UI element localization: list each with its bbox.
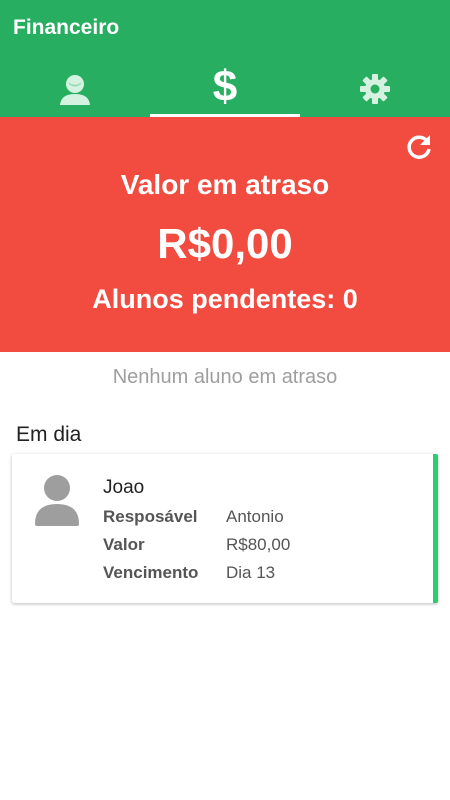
due-date-value: Dia 13 bbox=[226, 563, 276, 582]
tab-bar: $ bbox=[0, 60, 450, 117]
info-row-amount: Valor R$80,00 bbox=[103, 531, 290, 559]
amount-label: Valor bbox=[103, 535, 145, 554]
overdue-label: Valor em atraso bbox=[120, 169, 330, 200]
tab-settings[interactable] bbox=[300, 60, 450, 117]
tab-finance[interactable]: $ bbox=[150, 60, 300, 117]
section-title-on-time: Em dia bbox=[16, 423, 82, 446]
due-date-label: Vencimento bbox=[103, 563, 199, 582]
overdue-summary-panel: Valor em atraso R$0,00 Alunos pendentes:… bbox=[0, 117, 450, 352]
student-name: Joao bbox=[103, 477, 145, 498]
overdue-amount: R$0,00 bbox=[157, 220, 293, 267]
student-info: Resposável Antonio Valor R$80,00 Vencime… bbox=[103, 503, 290, 587]
info-row-guardian: Resposável Antonio bbox=[103, 503, 290, 531]
refresh-button[interactable] bbox=[404, 134, 434, 164]
refresh-icon bbox=[405, 133, 433, 166]
guardian-label: Resposável bbox=[103, 507, 198, 526]
dollar-icon: $ bbox=[212, 61, 238, 111]
tab-students[interactable] bbox=[0, 60, 150, 117]
info-row-due-date: Vencimento Dia 13 bbox=[103, 559, 290, 587]
guardian-value: Antonio bbox=[226, 507, 284, 526]
avatar-icon bbox=[34, 474, 80, 526]
empty-overdue-message: Nenhum aluno em atraso bbox=[112, 366, 338, 388]
app-bar: Financeiro $ bbox=[0, 0, 450, 117]
person-icon bbox=[58, 72, 92, 106]
gear-icon bbox=[358, 72, 392, 106]
amount-value: R$80,00 bbox=[226, 535, 291, 554]
app-title: Financeiro bbox=[13, 16, 120, 39]
student-card[interactable]: Joao Resposável Antonio Valor R$80,00 Ve… bbox=[12, 454, 438, 603]
pending-students-count: Alunos pendentes: 0 bbox=[92, 284, 358, 314]
